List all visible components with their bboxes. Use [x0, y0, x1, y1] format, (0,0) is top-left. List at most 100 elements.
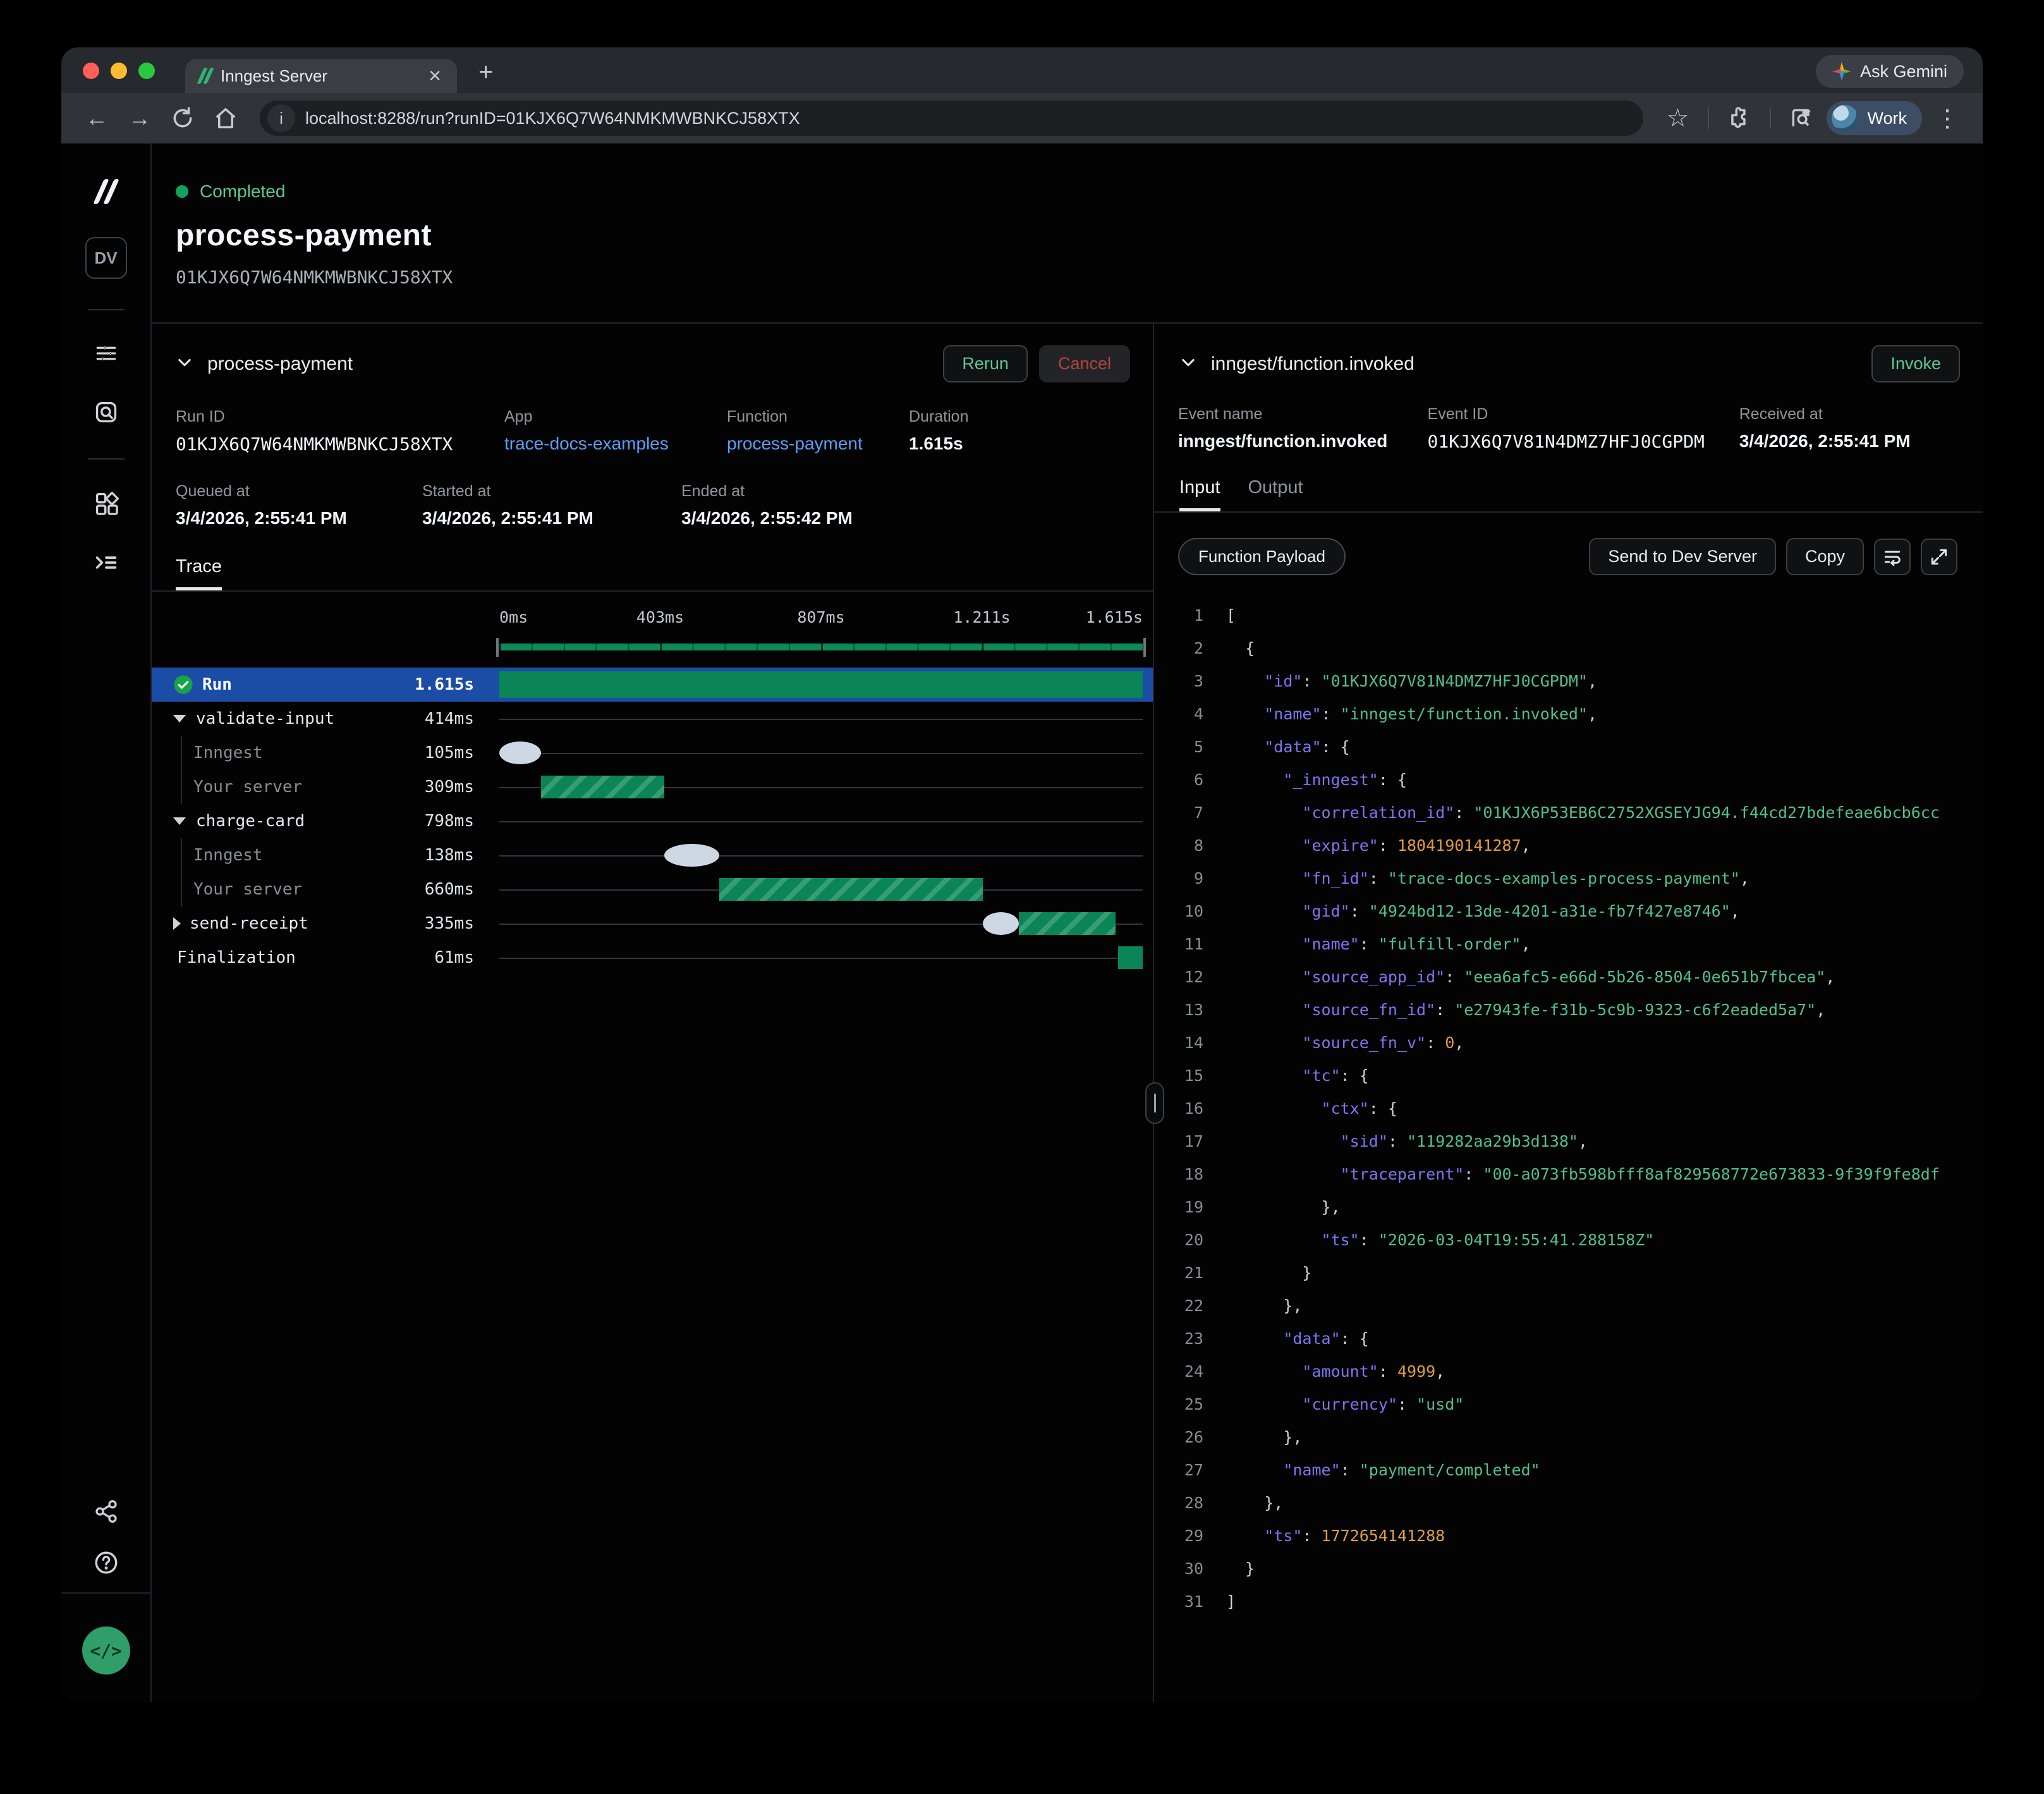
- trace-row-label: Your server309ms: [152, 770, 499, 804]
- minimize-window-button[interactable]: [111, 63, 127, 79]
- word-wrap-icon[interactable]: [1874, 539, 1911, 575]
- app-link[interactable]: trace-docs-examples: [504, 434, 727, 454]
- event-tabs: Input Output: [1154, 477, 1983, 513]
- inngest-logo-icon[interactable]: [99, 179, 114, 204]
- function-link[interactable]: process-payment: [727, 434, 909, 454]
- new-tab-button[interactable]: +: [478, 58, 493, 87]
- collapse-chevron-icon[interactable]: [1179, 353, 1197, 374]
- line-number: 4: [1167, 698, 1203, 731]
- maximize-window-button[interactable]: [138, 63, 155, 79]
- trace-row-timeline: [499, 770, 1143, 804]
- field-label: App: [504, 408, 727, 426]
- event-id-value: 01KJX6Q7V81N4DMZ7HFJ0CGPDM: [1428, 431, 1739, 452]
- field-label: Queued at: [176, 482, 422, 501]
- home-button[interactable]: [208, 101, 243, 136]
- code-line-content: "ts": 1772654141288: [1226, 1520, 1445, 1553]
- back-button[interactable]: ←: [79, 105, 114, 131]
- page-title: process-payment: [176, 218, 1983, 253]
- trace-row-label: charge-card798ms: [152, 804, 499, 838]
- trace-row[interactable]: charge-card798ms: [152, 804, 1153, 838]
- code-line: 29 "ts": 1772654141288: [1167, 1520, 1983, 1553]
- nav-apps-icon[interactable]: [93, 490, 119, 516]
- code-line: 22 },: [1167, 1290, 1983, 1322]
- line-number: 2: [1167, 632, 1203, 665]
- forward-button[interactable]: →: [122, 105, 157, 131]
- trace-row[interactable]: Run1.615s: [152, 668, 1153, 702]
- code-line: 9 "fn_id": "trace-docs-examples-process-…: [1167, 862, 1983, 895]
- browser-tab[interactable]: Inngest Server ✕: [185, 59, 457, 93]
- trace-row-label: Run1.615s: [152, 668, 499, 702]
- trace-row[interactable]: Inngest105ms: [152, 736, 1153, 770]
- trace-row[interactable]: Your server309ms: [152, 770, 1153, 804]
- rerun-button[interactable]: Rerun: [943, 345, 1028, 382]
- tab-trace[interactable]: Trace: [176, 556, 222, 590]
- function-payload-pill[interactable]: Function Payload: [1178, 538, 1346, 575]
- side-panel-search-icon[interactable]: [1784, 101, 1819, 136]
- event-panel: inngest/function.invoked Invoke Event na…: [1154, 324, 1983, 1702]
- code-line-content: "currency": "usd": [1226, 1388, 1464, 1421]
- trace-row[interactable]: send-receipt335ms: [152, 906, 1153, 941]
- send-to-dev-server-button[interactable]: Send to Dev Server: [1589, 538, 1776, 575]
- code-line: 3 "id": "01KJX6Q7V81N4DMZ7HFJ0CGPDM",: [1167, 665, 1983, 698]
- minimap-start-bracket: [496, 638, 499, 657]
- site-info-icon[interactable]: i: [267, 104, 295, 132]
- chevron-down-icon[interactable]: [173, 817, 186, 825]
- bookmark-star-icon[interactable]: ☆: [1660, 101, 1695, 136]
- share-icon[interactable]: [94, 1499, 119, 1524]
- timeline-minimap[interactable]: [499, 636, 1143, 659]
- code-line: 4 "name": "inngest/function.invoked",: [1167, 698, 1983, 731]
- tab-input[interactable]: Input: [1179, 477, 1220, 511]
- menu-kebab-icon[interactable]: ⋮: [1930, 101, 1965, 136]
- browser-toolbar: ← → i localhost:8288/run?runID=01KJX6Q7W…: [61, 93, 1983, 143]
- dev-server-fab[interactable]: </>: [82, 1626, 130, 1675]
- panel-resize-handle[interactable]: [1145, 1082, 1164, 1124]
- collapse-chevron-icon[interactable]: [176, 353, 193, 374]
- code-line: 24 "amount": 4999,: [1167, 1355, 1983, 1388]
- browser-window: Inngest Server ✕ + Ask Gemini ← → i loca…: [61, 47, 1983, 1702]
- trace-row-timeline: [499, 941, 1143, 975]
- copy-button[interactable]: Copy: [1786, 538, 1864, 575]
- cancel-button[interactable]: Cancel: [1039, 345, 1130, 382]
- event-fields: Event name inngest/function.invoked Even…: [1154, 382, 1983, 452]
- payload-code-editor[interactable]: 1[2 {3 "id": "01KJX6Q7V81N4DMZ7HFJ0CGPDM…: [1154, 599, 1983, 1618]
- dev-env-badge[interactable]: DV: [85, 237, 127, 279]
- step-name: Run: [202, 675, 232, 694]
- timeline-track: [499, 855, 1143, 857]
- tab-output[interactable]: Output: [1248, 477, 1303, 511]
- chevron-right-icon[interactable]: [173, 917, 181, 930]
- chevron-down-icon[interactable]: [173, 715, 186, 723]
- trace-tabs: Trace: [152, 556, 1153, 592]
- trace-row[interactable]: validate-input414ms: [152, 702, 1153, 736]
- close-window-button[interactable]: [83, 63, 99, 79]
- nav-runs-icon[interactable]: [94, 341, 119, 366]
- address-bar[interactable]: i localhost:8288/run?runID=01KJX6Q7W64NM…: [260, 101, 1643, 136]
- ask-gemini-button[interactable]: Ask Gemini: [1816, 55, 1964, 88]
- profile-chip[interactable]: Work: [1827, 101, 1922, 135]
- code-line-content: "source_app_id": "eea6afc5-e66d-5b26-850…: [1226, 961, 1835, 994]
- trace-row[interactable]: Inngest138ms: [152, 838, 1153, 872]
- invoke-button[interactable]: Invoke: [1871, 345, 1960, 382]
- nav-functions-icon[interactable]: [93, 549, 119, 576]
- step-name: Your server: [193, 778, 302, 796]
- nav-event-search-icon[interactable]: [93, 399, 119, 425]
- reload-button[interactable]: [165, 101, 200, 136]
- line-number: 31: [1167, 1585, 1203, 1618]
- trace-row[interactable]: Your server660ms: [152, 872, 1153, 906]
- trace-row-timeline: [499, 702, 1143, 736]
- expand-icon[interactable]: [1921, 539, 1957, 575]
- child-connector-line: [181, 838, 182, 872]
- tab-close-icon[interactable]: ✕: [428, 66, 442, 86]
- trace-row[interactable]: Finalization61ms: [152, 941, 1153, 975]
- line-number: 9: [1167, 862, 1203, 895]
- trace-row-label: Your server660ms: [152, 872, 499, 906]
- field-label: Started at: [422, 482, 681, 501]
- field-label: Event name: [1178, 405, 1428, 424]
- code-line-content: },: [1226, 1191, 1341, 1224]
- help-icon[interactable]: [93, 1549, 119, 1576]
- minimap-end-bracket: [1143, 638, 1146, 657]
- extensions-icon[interactable]: [1722, 101, 1757, 136]
- axis-tick-label: 807ms: [797, 608, 844, 626]
- line-number: 5: [1167, 731, 1203, 764]
- minimap-bar: [499, 644, 1143, 650]
- code-line: 5 "data": {: [1167, 731, 1983, 764]
